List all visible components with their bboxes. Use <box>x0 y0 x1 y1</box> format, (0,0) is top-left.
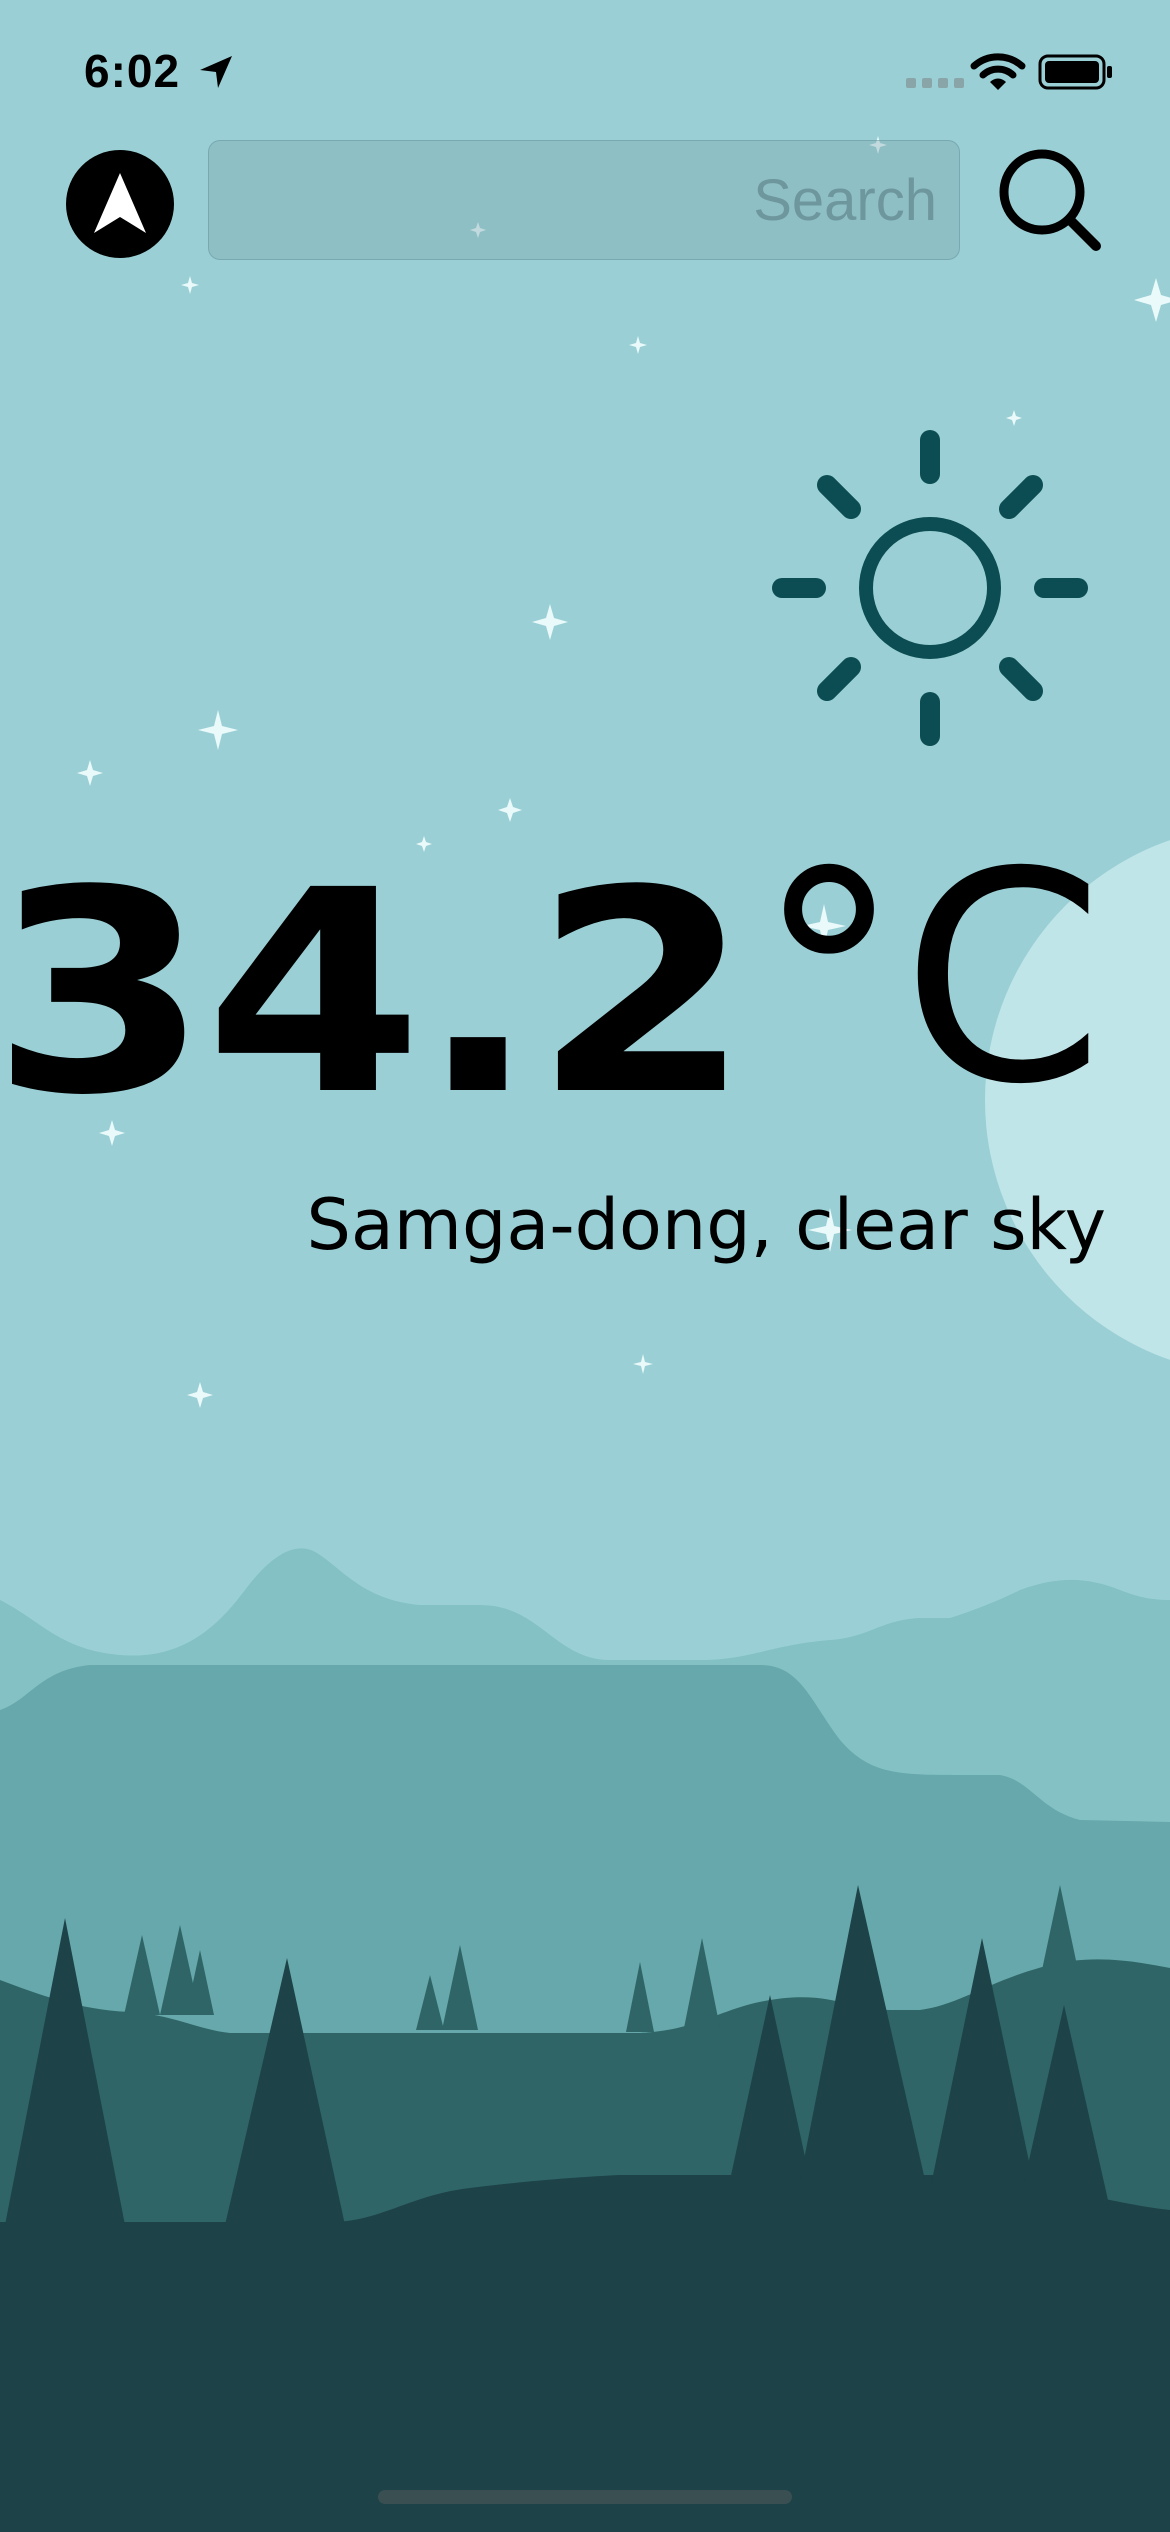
search-button[interactable] <box>994 146 1104 256</box>
temperature-display: 34.2 °C <box>0 811 1105 1148</box>
current-location-button[interactable] <box>66 150 174 258</box>
wifi-icon <box>970 53 1026 90</box>
cellular-signal-icon <box>906 78 964 88</box>
home-indicator[interactable] <box>378 2490 792 2504</box>
battery-icon <box>1038 54 1112 90</box>
temperature-value: 34.2 <box>0 831 751 1157</box>
navigation-arrow-icon <box>94 173 146 233</box>
magnifier-icon <box>999 149 1101 251</box>
status-time: 6:02 <box>84 45 181 97</box>
search-input[interactable] <box>209 141 959 259</box>
foreground-ground <box>0 2175 1170 2532</box>
search-field[interactable] <box>208 140 960 260</box>
weather-description: Samga-dong, clear sky <box>306 1184 1106 1266</box>
weather-screen: 6:02 Search 34.2 °C Samga-dong, clear sk… <box>0 0 1170 2532</box>
location-arrow-icon <box>200 56 232 88</box>
sun-icon <box>772 430 1088 746</box>
temperature-unit: °C <box>756 811 1105 1148</box>
background-scene <box>0 136 1170 2532</box>
